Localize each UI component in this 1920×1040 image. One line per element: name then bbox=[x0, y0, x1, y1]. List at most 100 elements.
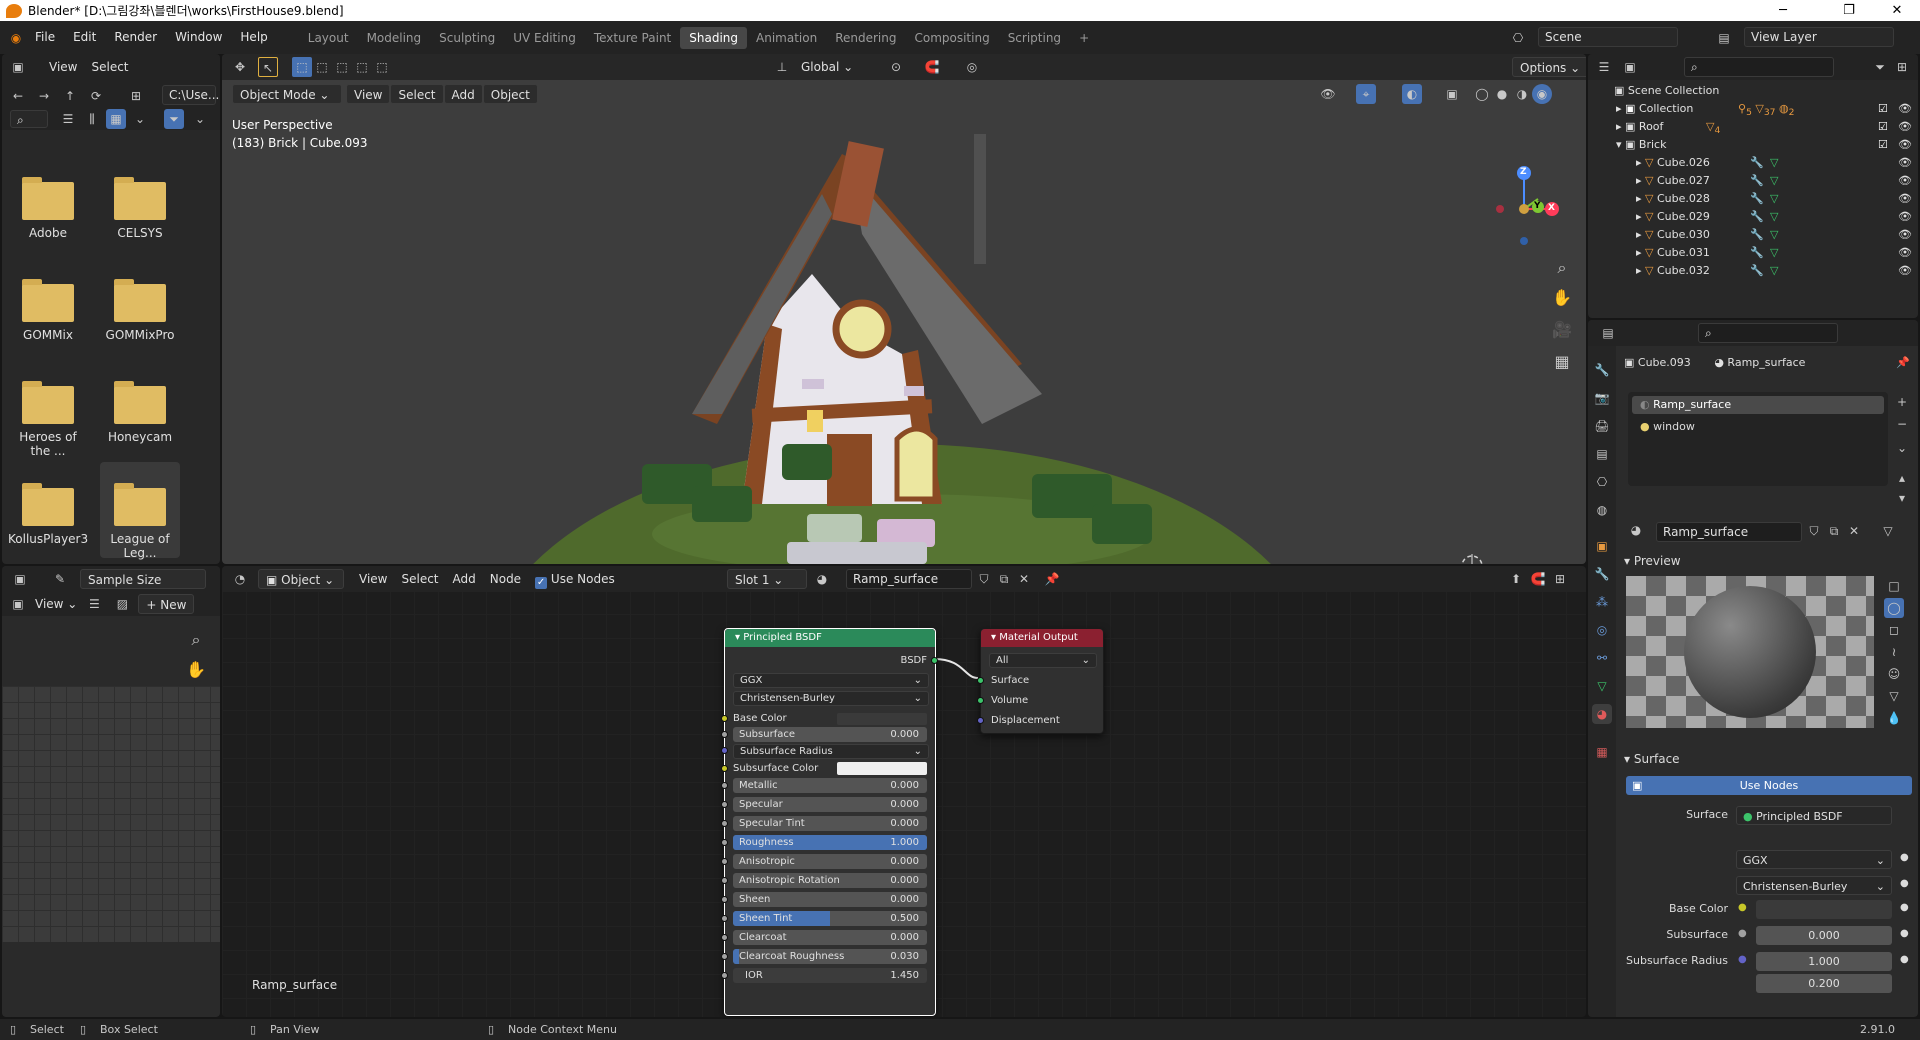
close-button[interactable]: ✕ bbox=[1874, 0, 1920, 21]
outliner-object-row[interactable]: ▸ ▽ Cube.027 🔧 ▽ 👁 bbox=[1588, 172, 1918, 189]
cursor-tool-icon[interactable]: ↖ bbox=[258, 57, 278, 77]
checkbox-icon[interactable]: ☑ bbox=[1878, 136, 1888, 153]
bsdf-node-header[interactable]: ▾ Principled BSDF bbox=[725, 629, 935, 647]
tab-sculpting[interactable]: Sculpting bbox=[430, 27, 504, 49]
minimize-button[interactable]: ─ bbox=[1760, 0, 1806, 21]
rendered-shading-icon[interactable]: ◉ bbox=[1532, 84, 1552, 104]
navigation-gizmo[interactable]: Z Y X bbox=[1492, 149, 1562, 249]
eye-icon[interactable]: 👁 bbox=[1898, 136, 1912, 153]
bsdf-output-socket[interactable] bbox=[931, 657, 938, 664]
view-layer-icon[interactable]: ▤ bbox=[1714, 28, 1734, 48]
eye-icon[interactable]: 👁 bbox=[1898, 262, 1912, 279]
radius-x-field[interactable]: 1.000 bbox=[1756, 952, 1892, 971]
slider-roughness[interactable]: Roughness 1.000 bbox=[733, 835, 927, 850]
filter-icon[interactable]: ⏷ bbox=[1870, 57, 1890, 77]
outliner-search-field[interactable]: ⌕ bbox=[1684, 57, 1834, 77]
outliner-roof[interactable]: ▸ ▣ Roof ▽4 ☑ 👁 bbox=[1588, 118, 1918, 136]
slider-anisotropic-rotation[interactable]: Anisotropic Rotation 0.000 bbox=[733, 873, 927, 888]
modifier-tab-icon[interactable]: 🔧 bbox=[1592, 564, 1612, 584]
xray-icon[interactable]: ▣ bbox=[1442, 84, 1462, 104]
outliner-object-row[interactable]: ▸ ▽ Cube.030 🔧 ▽ 👁 bbox=[1588, 226, 1918, 243]
gizmo-icon[interactable]: ⌖ bbox=[1356, 84, 1376, 104]
sample-tool-icon[interactable]: ✎ bbox=[50, 569, 70, 589]
select-invert-icon[interactable]: ⬚ bbox=[372, 57, 392, 77]
render-tab-icon[interactable]: 📷 bbox=[1592, 388, 1612, 408]
image-editor-area[interactable]: ▣ ✎ Sample Size ▣ View ⌄ ☰ ▨ + New ⌕ ✋ bbox=[2, 566, 220, 1017]
image-canvas[interactable] bbox=[2, 686, 220, 942]
socket[interactable] bbox=[721, 765, 728, 772]
sphere-preview-icon[interactable]: ◯ bbox=[1884, 598, 1904, 618]
menu-render[interactable]: Render bbox=[105, 21, 166, 54]
select-extend-icon[interactable]: ⬚ bbox=[312, 57, 332, 77]
outliner-collection[interactable]: ▸ ▣ Collection ⚲5 ▽37 ◍2 ☑ 👁 bbox=[1588, 100, 1918, 118]
fb-search-field[interactable]: ⌕ bbox=[10, 110, 48, 128]
snap-icon[interactable]: 🧲 bbox=[922, 57, 942, 77]
fb-menu-view[interactable]: View bbox=[42, 57, 84, 77]
folder-item[interactable]: Adobe bbox=[8, 174, 88, 240]
slot-item-selected[interactable]: ◐ Ramp_surface bbox=[1632, 396, 1884, 414]
constraints-tab-icon[interactable]: ⚯ bbox=[1592, 648, 1612, 668]
forward-arrow-icon[interactable]: → bbox=[34, 86, 54, 106]
eye-icon[interactable]: 👁 bbox=[1898, 172, 1912, 189]
base-color-socket[interactable] bbox=[721, 715, 728, 722]
slider-specular[interactable]: Specular 0.000 bbox=[733, 797, 927, 812]
chevron-down-icon[interactable]: ⌄ bbox=[130, 109, 150, 129]
eye-icon[interactable]: 👁 bbox=[1898, 244, 1912, 261]
tool-tab-icon[interactable]: 🔧 bbox=[1592, 360, 1612, 380]
ie-menu-view[interactable]: View ⌄ bbox=[28, 594, 84, 614]
proportional-icon[interactable]: ◎ bbox=[962, 57, 982, 77]
volume-socket[interactable] bbox=[977, 697, 984, 704]
cloth-preview-icon[interactable]: ▽ bbox=[1884, 686, 1904, 706]
material-slot-list[interactable]: ◐ Ramp_surface ● window bbox=[1628, 392, 1888, 486]
hand-pan-icon[interactable]: ✋ bbox=[182, 656, 210, 684]
vp-menu-add[interactable]: Add bbox=[443, 84, 483, 104]
select-subtract-icon[interactable]: ⬚ bbox=[332, 57, 352, 77]
options-dropdown[interactable]: Options ⌄ bbox=[1512, 57, 1586, 77]
chevron-down-icon[interactable]: ⌄ bbox=[1892, 438, 1912, 458]
preview-panel-header[interactable]: ▾ Preview bbox=[1624, 554, 1681, 568]
socket[interactable] bbox=[721, 801, 728, 808]
refresh-icon[interactable]: ⟳ bbox=[86, 86, 106, 106]
distribution-dropdown[interactable]: GGX ⌄ bbox=[733, 673, 929, 688]
outliner-object-row[interactable]: ▸ ▽ Cube.028 🔧 ▽ 👁 bbox=[1588, 190, 1918, 207]
zoom-icon[interactable]: ⌕ bbox=[1548, 254, 1576, 282]
grid-view-icon[interactable]: ▦ bbox=[1548, 348, 1576, 376]
folder-item[interactable]: KollusPlayer3 bbox=[8, 480, 88, 546]
base-color-swatch[interactable] bbox=[837, 713, 927, 725]
outliner-brick[interactable]: ▾ ▣ Brick ☑ 👁 bbox=[1588, 136, 1918, 153]
slider-ior[interactable]: IOR 1.450 bbox=[733, 968, 927, 983]
view-layer-tab-icon[interactable]: ▤ bbox=[1592, 444, 1612, 464]
output-tab-icon[interactable]: 🖨 bbox=[1592, 416, 1612, 436]
tab-animation[interactable]: Animation bbox=[747, 27, 826, 49]
socket[interactable] bbox=[721, 747, 728, 754]
socket[interactable] bbox=[721, 782, 728, 789]
eye-icon[interactable]: 👁 bbox=[1898, 154, 1912, 171]
slider-specular-tint[interactable]: Specular Tint 0.000 bbox=[733, 816, 927, 831]
hamburger-menu-icon[interactable]: ☰ bbox=[84, 594, 104, 614]
wireframe-shading-icon[interactable]: ◯ bbox=[1472, 84, 1492, 104]
socket[interactable] bbox=[721, 820, 728, 827]
menu-help[interactable]: Help bbox=[231, 21, 276, 54]
world-tab-icon[interactable]: ◍ bbox=[1592, 500, 1612, 520]
material-datablock-field[interactable]: Ramp_surface bbox=[1656, 522, 1802, 542]
tab-rendering[interactable]: Rendering bbox=[826, 27, 905, 49]
subsurface-field[interactable]: 0.000 bbox=[1756, 926, 1892, 945]
outliner-object-row[interactable]: ▸ ▽ Cube.029 🔧 ▽ 👁 bbox=[1588, 208, 1918, 225]
monkey-preview-icon[interactable]: ☺ bbox=[1884, 664, 1904, 684]
vp-menu-object[interactable]: Object bbox=[482, 84, 538, 104]
outliner-object-row[interactable]: ▸ ▽ Cube.026 🔧 ▽ 👁 bbox=[1588, 154, 1918, 171]
chevron-down-icon[interactable]: ⌄ bbox=[190, 109, 210, 129]
material-tab-icon[interactable]: ◕ bbox=[1592, 704, 1612, 724]
editor-type-icon[interactable]: ☰ bbox=[1594, 57, 1614, 77]
parent-dir-icon[interactable]: ↑ bbox=[60, 86, 80, 106]
material-browse-icon[interactable]: ◕ bbox=[1626, 520, 1646, 540]
principled-bsdf-node[interactable]: ▾ Principled BSDF BSDF GGX ⌄ Christensen-… bbox=[721, 628, 938, 1016]
thumbnails-icon[interactable]: ▦ bbox=[106, 109, 126, 129]
overlay-icon[interactable]: ◐ bbox=[1402, 84, 1422, 104]
select-box-icon[interactable]: ⬚ bbox=[292, 57, 312, 77]
image-browse-icon[interactable]: ▨ bbox=[112, 594, 132, 614]
outliner-object-row[interactable]: ▸ ▽ Cube.032 🔧 ▽ 👁 bbox=[1588, 262, 1918, 279]
folder-item-selected[interactable]: League of Leg... bbox=[100, 462, 180, 560]
socket-icon[interactable]: ● bbox=[1738, 928, 1747, 939]
socket-icon[interactable]: ● bbox=[1738, 902, 1747, 913]
